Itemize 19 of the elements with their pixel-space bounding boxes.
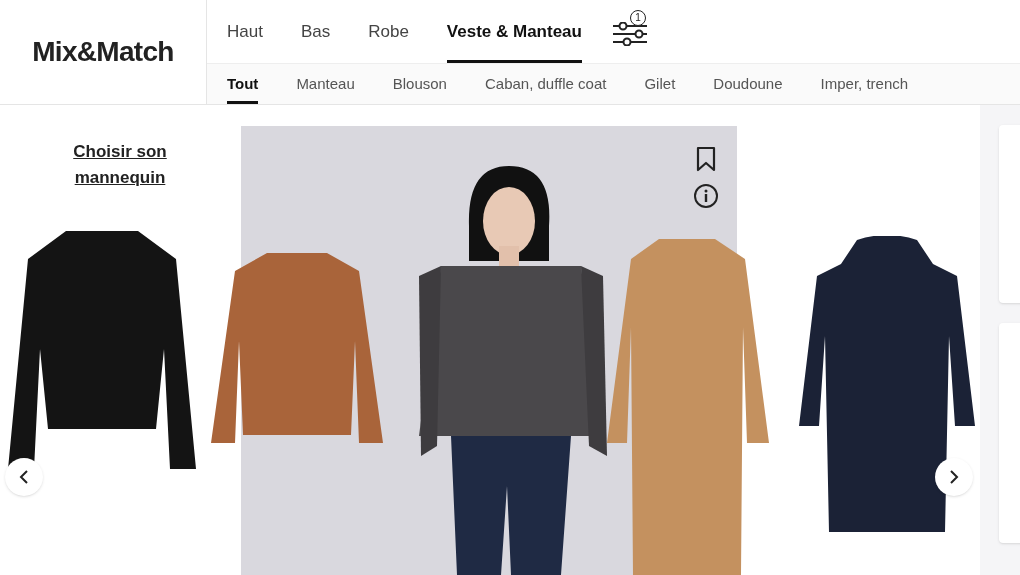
subcategory-tab[interactable]: Doudoune bbox=[713, 64, 783, 104]
next-button[interactable] bbox=[935, 458, 973, 496]
subcategory-tab[interactable]: Gilet bbox=[644, 64, 676, 104]
info-icon[interactable] bbox=[693, 183, 719, 209]
sliders-icon bbox=[612, 21, 647, 46]
logo[interactable]: Mix&Match bbox=[32, 31, 174, 73]
category-tab[interactable]: Robe bbox=[368, 0, 409, 64]
subcategory-tab[interactable]: Blouson bbox=[392, 64, 447, 104]
category-tab[interactable]: Haut bbox=[227, 0, 263, 64]
chevron-left-icon bbox=[19, 470, 29, 484]
category-tab[interactable]: Bas bbox=[300, 0, 331, 64]
choose-model-link[interactable]: Choisir son mannequin bbox=[50, 139, 190, 191]
bookmark-icon[interactable] bbox=[695, 146, 717, 172]
subcategory-tab[interactable]: Manteau bbox=[296, 64, 355, 104]
subcategory-tab[interactable]: Imper, trench bbox=[820, 64, 909, 104]
filter-count-badge: 1 bbox=[629, 9, 646, 26]
chevron-right-icon bbox=[949, 470, 959, 484]
previous-button[interactable] bbox=[5, 458, 43, 496]
subcategory-tab[interactable]: Caban, duffle coat bbox=[484, 64, 607, 104]
